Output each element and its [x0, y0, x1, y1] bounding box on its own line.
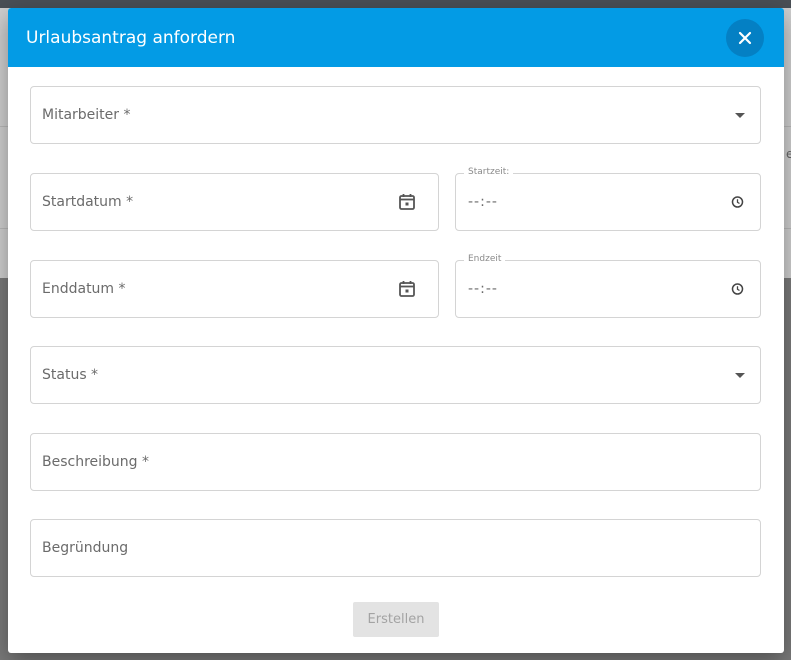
dialog-header: Urlaubsantrag anfordern [8, 8, 784, 67]
close-icon [738, 31, 752, 45]
end-date-label: Enddatum * [42, 281, 126, 297]
dropdown-arrow-icon [735, 113, 745, 118]
background-app-bar [0, 0, 791, 8]
status-label: Status * [42, 367, 99, 383]
dialog-title: Urlaubsantrag anfordern [26, 28, 236, 48]
start-time-value: --:-- [468, 194, 498, 210]
vacation-request-dialog: Urlaubsantrag anfordern Mitarbeiter * St… [8, 8, 784, 653]
reason-label: Begründung [42, 540, 129, 556]
end-date-field[interactable]: Enddatum * [30, 260, 439, 318]
reason-input[interactable]: Begründung [30, 519, 761, 577]
clock-icon[interactable] [731, 283, 744, 296]
calendar-icon[interactable] [398, 193, 416, 211]
background-text-fragment: er [786, 147, 791, 161]
description-input[interactable]: Beschreibung * [30, 433, 761, 491]
calendar-icon[interactable] [398, 280, 416, 298]
start-date-field[interactable]: Startdatum * [30, 173, 439, 231]
start-date-label: Startdatum * [42, 194, 134, 210]
create-button[interactable]: Erstellen [353, 602, 439, 637]
end-time-field[interactable]: Endzeit --:-- [455, 254, 761, 318]
start-time-field[interactable]: Startzeit: --:-- [455, 167, 761, 231]
end-time-label: Endzeit [464, 254, 506, 264]
start-time-label: Startzeit: [464, 167, 514, 177]
dropdown-arrow-icon [735, 373, 745, 378]
close-button[interactable] [726, 19, 764, 57]
employee-select[interactable]: Mitarbeiter * [30, 86, 761, 144]
end-time-value: --:-- [468, 281, 498, 297]
status-select[interactable]: Status * [30, 346, 761, 404]
description-label: Beschreibung * [42, 454, 150, 470]
employee-label: Mitarbeiter * [42, 107, 131, 123]
clock-icon[interactable] [731, 196, 744, 209]
